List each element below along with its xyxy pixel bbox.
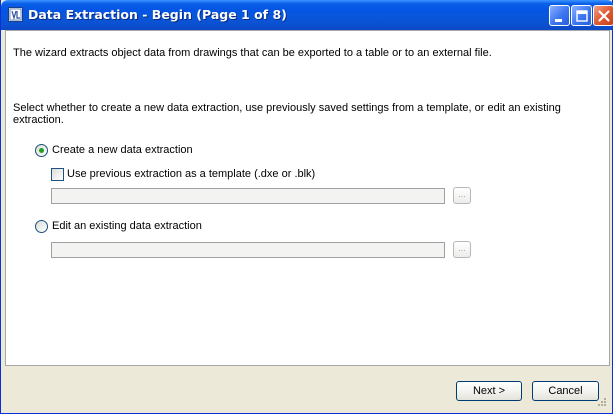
existing-browse-button[interactable]: ... [453,241,471,258]
title-bar[interactable]: Data Extraction - Begin (Page 1 of 8) [1,0,613,30]
template-browse-button[interactable]: ... [453,187,471,204]
next-button[interactable]: Next > [456,381,522,401]
edit-existing-radio[interactable] [35,220,48,233]
template-path-field[interactable] [51,188,445,204]
minimize-button[interactable] [549,5,570,26]
intro-text: The wizard extracts object data from dra… [13,47,492,59]
maximize-icon [576,10,588,22]
edit-existing-label[interactable]: Edit an existing data extraction [52,220,202,232]
window-title: Data Extraction - Begin (Page 1 of 8) [28,7,287,22]
resize-grip-icon[interactable] [597,397,607,407]
wizard-content-panel: The wizard extracts object data from dra… [5,30,610,366]
cancel-button[interactable]: Cancel [532,381,599,401]
create-new-label[interactable]: Create a new data extraction [52,144,193,156]
instruction-text: Select whether to create a new data extr… [13,102,561,126]
close-button[interactable] [593,5,613,26]
radio-selected-dot [39,148,44,153]
maximize-button[interactable] [571,5,592,26]
data-extraction-dialog: Data Extraction - Begin (Page 1 of 8) Th… [0,0,613,414]
use-template-label[interactable]: Use previous extraction as a template (.… [67,168,315,180]
use-template-checkbox[interactable] [51,168,64,181]
create-new-radio[interactable] [35,144,48,157]
wizard-footer: Next > Cancel [5,366,610,410]
data-extraction-app-icon[interactable] [8,7,23,22]
close-icon [598,10,610,22]
existing-path-field[interactable] [51,242,445,258]
minimize-icon [555,19,562,22]
